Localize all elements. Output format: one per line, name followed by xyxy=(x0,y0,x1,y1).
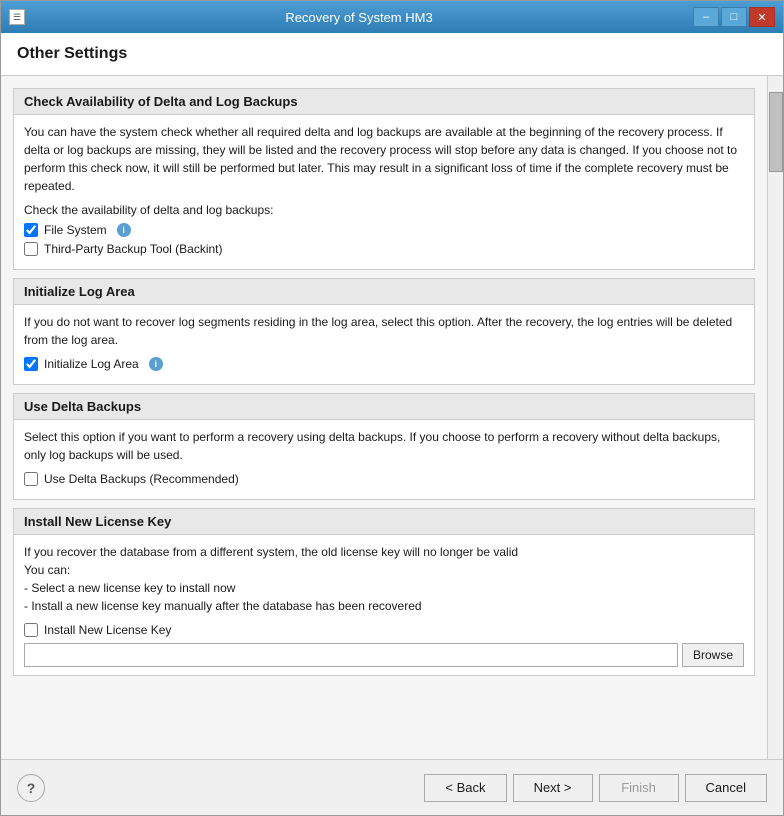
browse-button[interactable]: Browse xyxy=(682,643,744,667)
delta-log-sublabel: Check the availability of delta and log … xyxy=(24,203,744,217)
init-log-label: Initialize Log Area xyxy=(44,357,139,371)
window-controls: – □ ✕ xyxy=(693,7,775,27)
delta-log-body: You can have the system check whether al… xyxy=(14,115,754,269)
scrollbar[interactable] xyxy=(767,76,783,759)
init-log-section: Initialize Log Area If you do not want t… xyxy=(13,278,755,385)
window-icon: ☰ xyxy=(9,9,25,25)
back-button[interactable]: < Back xyxy=(424,774,506,802)
backint-row: Third-Party Backup Tool (Backint) xyxy=(24,242,744,256)
backint-checkbox[interactable] xyxy=(24,242,38,256)
license-label: Install New License Key xyxy=(44,623,171,637)
license-checkbox[interactable] xyxy=(24,623,38,637)
filesystem-info-icon[interactable]: i xyxy=(117,223,131,237)
delta-backups-checkbox[interactable] xyxy=(24,472,38,486)
license-key-input[interactable] xyxy=(24,643,678,667)
license-input-row: Browse xyxy=(24,643,744,667)
filesystem-row: File System i xyxy=(24,223,744,237)
init-log-info-icon[interactable]: i xyxy=(149,357,163,371)
delta-backups-body: Select this option if you want to perfor… xyxy=(14,420,754,499)
finish-button[interactable]: Finish xyxy=(599,774,679,802)
delta-backups-row: Use Delta Backups (Recommended) xyxy=(24,472,744,486)
delta-log-description: You can have the system check whether al… xyxy=(24,123,744,195)
delta-backups-section: Use Delta Backups Select this option if … xyxy=(13,393,755,500)
content-area: Check Availability of Delta and Log Back… xyxy=(1,76,783,759)
filesystem-label: File System xyxy=(44,223,107,237)
window-title: Recovery of System HM3 xyxy=(25,10,693,25)
delta-log-section: Check Availability of Delta and Log Back… xyxy=(13,88,755,270)
init-log-body: If you do not want to recover log segmen… xyxy=(14,305,754,384)
filesystem-checkbox[interactable] xyxy=(24,223,38,237)
init-log-checkbox[interactable] xyxy=(24,357,38,371)
delta-backups-label: Use Delta Backups (Recommended) xyxy=(44,472,239,486)
help-button[interactable]: ? xyxy=(17,774,45,802)
init-log-description: If you do not want to recover log segmen… xyxy=(24,313,744,349)
scrollbar-thumb[interactable] xyxy=(769,92,783,172)
license-line1: If you recover the database from a diffe… xyxy=(24,543,744,615)
backint-label: Third-Party Backup Tool (Backint) xyxy=(44,242,223,256)
license-body: If you recover the database from a diffe… xyxy=(14,535,754,675)
footer-right: < Back Next > Finish Cancel xyxy=(424,774,767,802)
minimize-button[interactable]: – xyxy=(693,7,719,27)
footer: ? < Back Next > Finish Cancel xyxy=(1,759,783,815)
init-log-header: Initialize Log Area xyxy=(14,279,754,305)
license-header: Install New License Key xyxy=(14,509,754,535)
next-button[interactable]: Next > xyxy=(513,774,593,802)
maximize-button[interactable]: □ xyxy=(721,7,747,27)
page-header: Other Settings xyxy=(1,33,783,76)
delta-backups-description: Select this option if you want to perfor… xyxy=(24,428,744,464)
title-bar: ☰ Recovery of System HM3 – □ ✕ xyxy=(1,1,783,33)
cancel-button[interactable]: Cancel xyxy=(685,774,767,802)
license-section: Install New License Key If you recover t… xyxy=(13,508,755,676)
delta-log-header: Check Availability of Delta and Log Back… xyxy=(14,89,754,115)
close-button[interactable]: ✕ xyxy=(749,7,775,27)
init-log-row: Initialize Log Area i xyxy=(24,357,744,371)
main-window: ☰ Recovery of System HM3 – □ ✕ Other Set… xyxy=(0,0,784,816)
main-scroll[interactable]: Check Availability of Delta and Log Back… xyxy=(1,76,767,759)
delta-backups-header: Use Delta Backups xyxy=(14,394,754,420)
page-title: Other Settings xyxy=(17,45,767,63)
license-checkbox-row: Install New License Key xyxy=(24,623,744,637)
footer-left: ? xyxy=(17,774,45,802)
